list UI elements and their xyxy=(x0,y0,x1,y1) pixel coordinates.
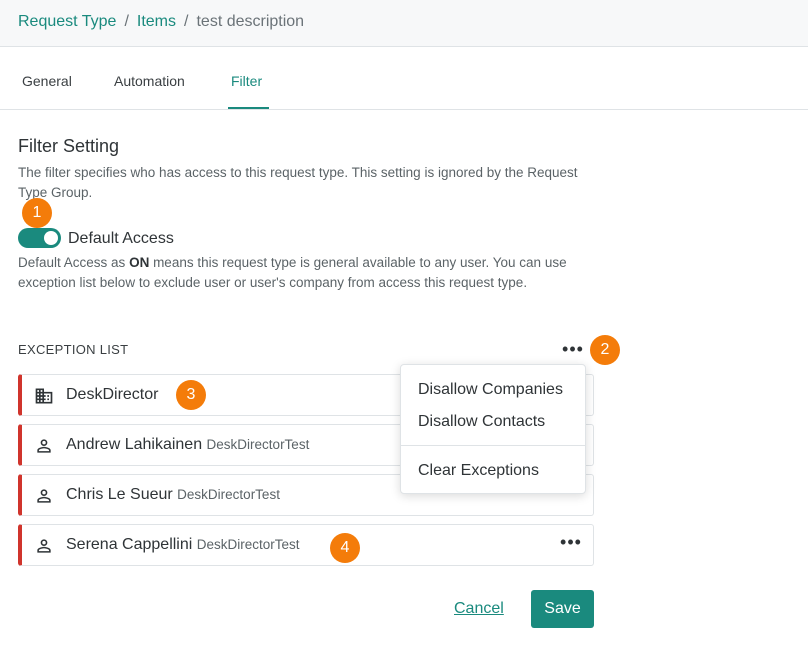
tab-filter[interactable]: Filter xyxy=(231,73,262,89)
building-icon xyxy=(35,388,53,404)
top-bar: Request Type / Items / test description xyxy=(0,0,808,47)
exception-name: Andrew Lahikainen DeskDirectorTest xyxy=(66,436,309,454)
exception-name: Chris Le Sueur DeskDirectorTest xyxy=(66,486,280,504)
breadcrumb-separator: / xyxy=(124,13,129,30)
contact-name: Andrew Lahikainen xyxy=(66,436,203,453)
tab-automation[interactable]: Automation xyxy=(114,73,185,89)
filter-description: The filter specifies who has access to t… xyxy=(18,165,578,200)
exception-actions-menu: Disallow Companies Disallow Contacts Cle… xyxy=(400,364,586,494)
exception-name: Serena Cappellini DeskDirectorTest xyxy=(66,536,300,554)
tab-general[interactable]: General xyxy=(22,73,72,89)
toggle-knob xyxy=(44,231,58,245)
exception-list-title: EXCEPTION LIST xyxy=(18,342,129,357)
access-desc-prefix: Default Access as xyxy=(18,255,130,270)
contact-company: DeskDirectorTest xyxy=(196,537,300,552)
callout-badge-3: 3 xyxy=(176,380,206,410)
menu-clear-exceptions[interactable]: Clear Exceptions xyxy=(418,462,539,480)
person-icon xyxy=(37,489,51,503)
tab-bar: General Automation Filter xyxy=(0,48,808,110)
row-more-button[interactable]: ••• xyxy=(559,533,583,551)
cancel-link[interactable]: Cancel xyxy=(454,600,504,618)
menu-divider xyxy=(401,445,585,446)
breadcrumb-items[interactable]: Items xyxy=(137,13,176,31)
exception-name: DeskDirector xyxy=(66,386,159,403)
active-tab-indicator xyxy=(228,107,269,109)
person-icon xyxy=(37,439,51,453)
contact-company: DeskDirectorTest xyxy=(177,487,280,502)
default-access-description: Default Access as ON means this request … xyxy=(18,253,603,293)
default-access-label: Default Access xyxy=(68,230,174,247)
section-title: Filter Setting xyxy=(18,136,120,156)
breadcrumb-separator: / xyxy=(184,13,189,30)
menu-disallow-contacts[interactable]: Disallow Contacts xyxy=(418,413,545,431)
contact-name: Chris Le Sueur xyxy=(66,486,173,503)
person-icon xyxy=(37,539,51,553)
breadcrumb: Request Type / Items / test description xyxy=(18,13,304,31)
callout-badge-1: 1 xyxy=(22,198,52,228)
breadcrumb-request-type[interactable]: Request Type xyxy=(18,13,116,31)
exception-row-contact[interactable]: Serena Cappellini DeskDirectorTest ••• xyxy=(18,524,594,566)
contact-name: Serena Cappellini xyxy=(66,536,193,553)
callout-badge-4: 4 xyxy=(330,533,360,563)
save-button[interactable]: Save xyxy=(531,590,594,628)
exception-list-more-button[interactable]: ••• xyxy=(561,340,585,358)
contact-company: DeskDirectorTest xyxy=(206,437,310,452)
menu-disallow-companies[interactable]: Disallow Companies xyxy=(418,381,563,399)
access-desc-on: ON xyxy=(129,255,150,270)
callout-badge-2: 2 xyxy=(590,335,620,365)
breadcrumb-current: test description xyxy=(196,13,305,30)
default-access-toggle[interactable] xyxy=(18,228,61,248)
